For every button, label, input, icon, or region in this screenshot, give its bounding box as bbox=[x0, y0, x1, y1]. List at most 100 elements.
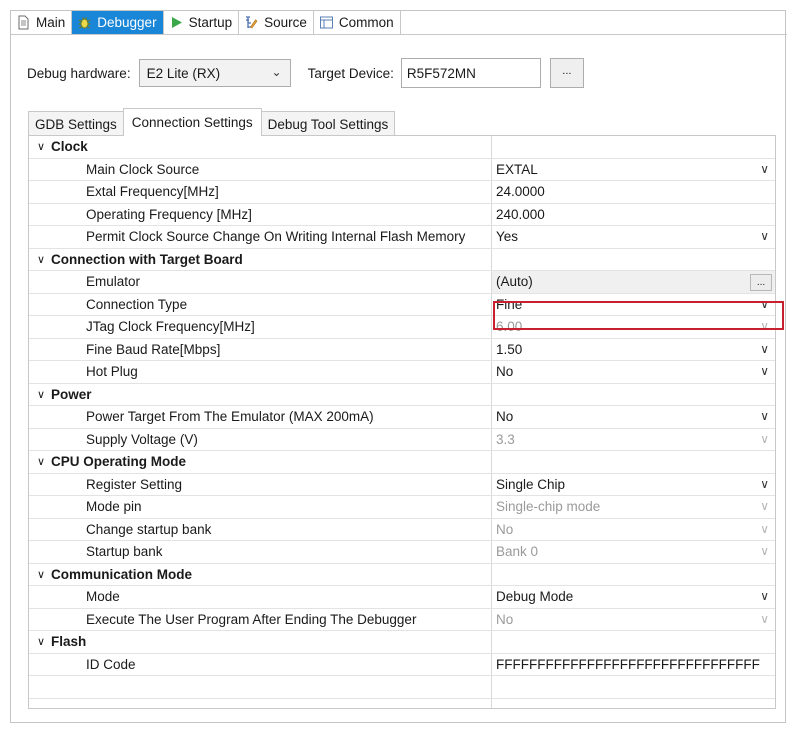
property-value-cell bbox=[492, 249, 775, 271]
property-value: 1.50 bbox=[496, 341, 523, 357]
property-name-cell: ∨ Clock bbox=[29, 136, 492, 158]
chevron-down-icon: ∨ bbox=[760, 431, 769, 446]
chevron-down-icon[interactable]: ∨ bbox=[760, 297, 769, 311]
property-label: Connection Type bbox=[86, 296, 188, 312]
chevron-down-icon: ∨ bbox=[760, 521, 769, 536]
settings-subtabs: GDB Settings Connection Settings Debug T… bbox=[28, 108, 396, 136]
category-label: CPU Operating Mode bbox=[51, 454, 187, 470]
property-label: Emulator bbox=[86, 274, 141, 290]
tab-common[interactable]: Common bbox=[313, 11, 401, 35]
property-value-cell bbox=[492, 564, 775, 586]
property-value-cell[interactable]: (Auto)... bbox=[492, 271, 775, 293]
emulator-browse-button[interactable]: ... bbox=[750, 274, 772, 291]
chevron-down-icon[interactable]: ∨ bbox=[33, 635, 49, 648]
property-value-cell[interactable]: EXTAL ∨ bbox=[492, 159, 775, 181]
chevron-down-icon[interactable]: ∨ bbox=[760, 229, 769, 243]
property-row: Execute The User Program After Ending Th… bbox=[29, 608, 775, 631]
property-label: Mode pin bbox=[86, 499, 142, 515]
property-value-cell[interactable]: FFFFFFFFFFFFFFFFFFFFFFFFFFFFFFFF bbox=[492, 654, 775, 676]
property-label: JTag Clock Frequency[MHz] bbox=[86, 319, 255, 335]
chevron-down-icon[interactable]: ∨ bbox=[33, 253, 49, 266]
property-row: Fine Baud Rate[Mbps] 1.50 ∨ bbox=[29, 338, 775, 361]
property-value: No bbox=[496, 521, 514, 537]
tab-main-label: Main bbox=[36, 15, 66, 30]
property-value-cell[interactable]: 240.000 bbox=[492, 204, 775, 226]
property-value-cell: No ∨ bbox=[492, 609, 775, 631]
property-value-cell[interactable]: Yes ∨ bbox=[492, 226, 775, 248]
empty-row bbox=[29, 676, 775, 699]
category-row[interactable]: ∨ Power bbox=[29, 383, 775, 406]
property-name-cell: Operating Frequency [MHz] bbox=[29, 203, 492, 225]
property-value: Debug Mode bbox=[496, 589, 574, 605]
property-name-cell: Mode bbox=[29, 586, 492, 608]
property-value-cell bbox=[492, 384, 775, 406]
debug-hardware-select[interactable]: E2 Lite (RX) ⌄ bbox=[138, 59, 291, 87]
property-name-cell: Extal Frequency[MHz] bbox=[29, 181, 492, 203]
tab-debugger[interactable]: Debugger bbox=[72, 11, 164, 35]
chevron-down-icon[interactable]: ∨ bbox=[33, 388, 49, 401]
chevron-down-icon[interactable]: ∨ bbox=[760, 342, 769, 356]
window-icon bbox=[319, 16, 333, 29]
source-icon bbox=[246, 16, 258, 29]
chevron-down-icon[interactable]: ∨ bbox=[760, 162, 769, 176]
property-label: Execute The User Program After Ending Th… bbox=[86, 611, 417, 627]
tab-main[interactable]: Main bbox=[11, 11, 73, 35]
tab-connection-settings-label: Connection Settings bbox=[131, 115, 253, 130]
category-label: Clock bbox=[51, 139, 88, 155]
document-icon bbox=[18, 15, 29, 30]
tab-connection-settings[interactable]: Connection Settings bbox=[122, 108, 262, 136]
play-icon bbox=[171, 17, 182, 28]
chevron-down-icon[interactable]: ∨ bbox=[760, 477, 769, 491]
property-name-cell: Mode pin bbox=[29, 496, 492, 518]
property-row: Main Clock Source EXTAL ∨ bbox=[29, 158, 775, 181]
property-value: 240.000 bbox=[496, 206, 545, 222]
property-row: Extal Frequency[MHz] 24.0000 bbox=[29, 181, 775, 204]
tab-source[interactable]: Source bbox=[239, 11, 314, 35]
target-device-browse-button[interactable]: ... bbox=[549, 58, 584, 88]
category-row[interactable]: ∨ Clock bbox=[29, 136, 775, 159]
property-value-cell[interactable]: Single Chip ∨ bbox=[492, 474, 775, 496]
chevron-down-icon[interactable]: ∨ bbox=[760, 409, 769, 423]
property-value-cell bbox=[492, 136, 775, 158]
chevron-down-icon[interactable]: ∨ bbox=[33, 568, 49, 581]
category-row[interactable]: ∨ CPU Operating Mode bbox=[29, 451, 775, 474]
property-value: (Auto) bbox=[496, 274, 533, 290]
tab-debugger-label: Debugger bbox=[97, 15, 157, 30]
chevron-down-icon[interactable]: ∨ bbox=[33, 455, 49, 468]
chevron-down-icon[interactable]: ∨ bbox=[760, 589, 769, 603]
category-label: Connection with Target Board bbox=[51, 251, 243, 267]
target-device-field[interactable]: R5F572MN bbox=[400, 58, 541, 88]
tab-debug-tool-settings[interactable]: Debug Tool Settings bbox=[260, 111, 396, 136]
property-name-cell: ∨ Power bbox=[29, 383, 492, 405]
category-row[interactable]: ∨ Flash bbox=[29, 631, 775, 654]
property-value-cell: 3.3 ∨ bbox=[492, 429, 775, 451]
property-name-cell: JTag Clock Frequency[MHz] bbox=[29, 316, 492, 338]
property-value-cell[interactable]: 1.50 ∨ bbox=[492, 339, 775, 361]
chevron-down-icon[interactable]: ∨ bbox=[760, 364, 769, 378]
target-device-value: R5F572MN bbox=[406, 65, 476, 81]
category-row[interactable]: ∨ Communication Mode bbox=[29, 563, 775, 586]
property-label: ID Code bbox=[86, 656, 136, 672]
property-value-cell bbox=[492, 451, 775, 473]
chevron-down-icon[interactable]: ∨ bbox=[33, 140, 49, 153]
property-value: No bbox=[496, 409, 514, 425]
empty-row bbox=[29, 698, 775, 708]
tab-gdb-settings[interactable]: GDB Settings bbox=[28, 111, 124, 136]
property-value-cell[interactable]: 24.0000 bbox=[492, 181, 775, 203]
property-name-cell: ∨ CPU Operating Mode bbox=[29, 451, 492, 473]
property-row: Supply Voltage (V) 3.3 ∨ bbox=[29, 428, 775, 451]
tab-startup-label: Startup bbox=[188, 15, 233, 30]
property-value-cell[interactable]: No ∨ bbox=[492, 361, 775, 383]
tab-debug-tool-settings-label: Debug Tool Settings bbox=[267, 116, 389, 132]
category-row[interactable]: ∨ Connection with Target Board bbox=[29, 248, 775, 271]
property-name-cell: Supply Voltage (V) bbox=[29, 428, 492, 450]
launch-tabs: Main Debugger Startup Source Common bbox=[11, 11, 401, 35]
tab-startup[interactable]: Startup bbox=[163, 11, 240, 35]
property-label: Operating Frequency [MHz] bbox=[86, 206, 252, 222]
property-value-cell[interactable]: Debug Mode ∨ bbox=[492, 586, 775, 608]
property-value-cell[interactable]: Fine ∨ bbox=[492, 294, 775, 316]
debug-hardware-label: Debug hardware: bbox=[27, 65, 131, 81]
property-row: Register Setting Single Chip ∨ bbox=[29, 473, 775, 496]
property-value: Fine bbox=[496, 296, 523, 312]
property-value-cell[interactable]: No ∨ bbox=[492, 406, 775, 428]
